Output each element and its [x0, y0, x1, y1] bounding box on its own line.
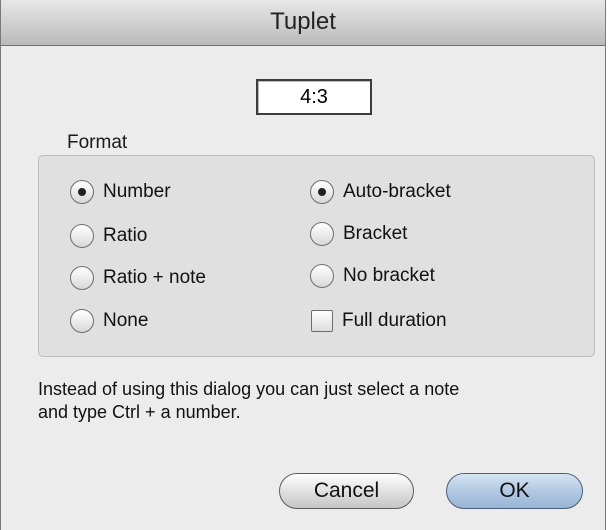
- radio-none[interactable]: None: [70, 307, 148, 335]
- radio-auto-bracket-label: Auto-bracket: [343, 181, 451, 202]
- radio-none-label: None: [103, 310, 149, 331]
- radio-none-button[interactable]: [70, 309, 94, 333]
- dialog-title: Tuplet: [270, 8, 336, 35]
- full-duration-checkbox[interactable]: Full duration: [311, 307, 447, 335]
- radio-ratio-note[interactable]: Ratio + note: [70, 264, 206, 292]
- radio-no-bracket-button[interactable]: [310, 264, 334, 288]
- help-text-line-1: Instead of using this dialog you can jus…: [38, 379, 460, 399]
- radio-number[interactable]: Number: [70, 178, 171, 206]
- radio-ratio-button[interactable]: [70, 224, 94, 248]
- radio-auto-bracket[interactable]: Auto-bracket: [310, 178, 451, 206]
- radio-number-label: Number: [103, 181, 171, 202]
- title-bar[interactable]: Tuplet: [1, 0, 605, 46]
- help-text: Instead of using this dialog you can jus…: [38, 378, 598, 424]
- radio-auto-bracket-button[interactable]: [310, 180, 334, 204]
- radio-no-bracket[interactable]: No bracket: [310, 262, 435, 290]
- radio-ratio-label: Ratio: [103, 225, 148, 246]
- format-group-label: Format: [67, 132, 128, 153]
- full-duration-label: Full duration: [342, 310, 447, 331]
- radio-bracket-label: Bracket: [343, 223, 408, 244]
- radio-ratio-note-label: Ratio + note: [103, 267, 206, 288]
- radio-number-button[interactable]: [70, 180, 94, 204]
- radio-no-bracket-label: No bracket: [343, 265, 435, 286]
- ok-button[interactable]: OK: [446, 473, 583, 509]
- radio-bracket-button[interactable]: [310, 222, 334, 246]
- full-duration-checkbox-box[interactable]: [311, 310, 333, 332]
- radio-bracket[interactable]: Bracket: [310, 220, 407, 248]
- tuplet-dialog: Tuplet 4:3 Format Number Ratio Ratio + n…: [0, 0, 606, 530]
- cancel-button[interactable]: Cancel: [279, 473, 414, 509]
- help-text-line-2: and type Ctrl + a number.: [38, 402, 241, 422]
- radio-ratio-note-button[interactable]: [70, 266, 94, 290]
- tuplet-value-input[interactable]: 4:3: [256, 79, 372, 115]
- radio-ratio[interactable]: Ratio: [70, 222, 147, 250]
